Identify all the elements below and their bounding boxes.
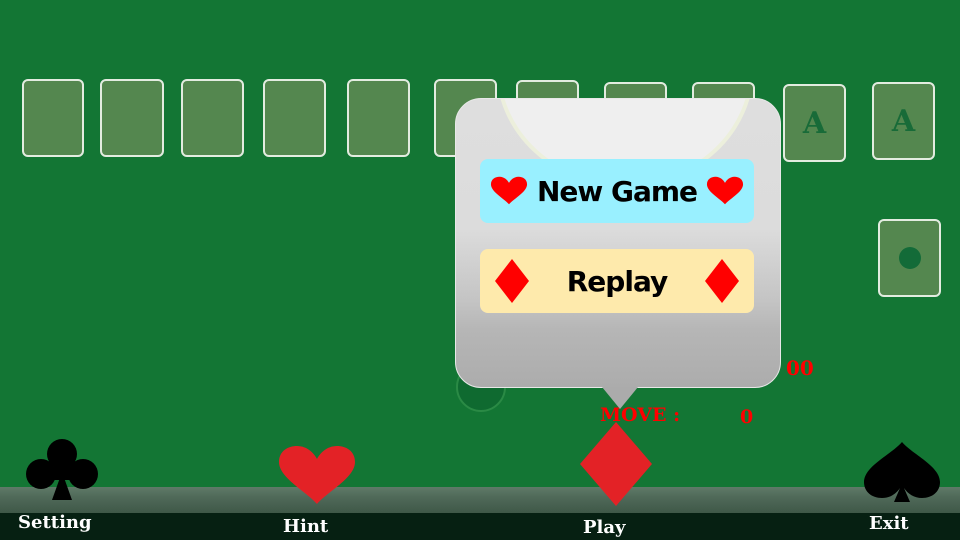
hint-button[interactable]: Hint: [260, 440, 380, 540]
new-game-button[interactable]: New Game: [480, 159, 754, 223]
replay-label: Replay: [566, 264, 668, 298]
game-menu-popup: New Game Replay: [455, 98, 781, 388]
tableau-slot-4[interactable]: [263, 79, 326, 157]
stock-pile[interactable]: [878, 219, 941, 297]
play-button[interactable]: Play: [560, 422, 680, 540]
tableau-slot-2[interactable]: [100, 79, 164, 157]
play-label: Play: [583, 517, 626, 538]
foundation-slot-1[interactable]: A: [783, 84, 846, 162]
toolbar-band: [0, 487, 960, 513]
tableau-slot-1[interactable]: [22, 79, 84, 157]
foundation-ace-label: A: [802, 105, 827, 141]
hint-label: Hint: [283, 516, 329, 537]
spade-icon: [864, 442, 940, 502]
timer-value: 00: [786, 356, 814, 380]
popup-pointer: [602, 387, 638, 409]
move-count: 0: [740, 406, 754, 428]
exit-button[interactable]: Exit: [850, 440, 960, 540]
exit-label: Exit: [869, 513, 909, 534]
diamond-icon: [580, 422, 652, 506]
club-icon: [26, 439, 98, 500]
new-game-label: New Game: [536, 174, 698, 208]
heart-icon: [279, 446, 355, 504]
replay-button[interactable]: Replay: [480, 249, 754, 313]
diamond-icon: [704, 259, 739, 303]
setting-button[interactable]: Setting: [0, 436, 140, 540]
setting-label: Setting: [18, 512, 92, 533]
foundation-ace-label: A: [891, 103, 916, 139]
heart-icon: [490, 176, 528, 205]
heart-icon: [706, 176, 744, 205]
foundation-slot-2[interactable]: A: [872, 82, 935, 160]
tableau-slot-3[interactable]: [181, 79, 244, 157]
toolbar-bar: [0, 513, 960, 540]
diamond-icon: [495, 259, 529, 303]
tableau-slot-5[interactable]: [347, 79, 410, 157]
dot-icon: [898, 247, 921, 269]
